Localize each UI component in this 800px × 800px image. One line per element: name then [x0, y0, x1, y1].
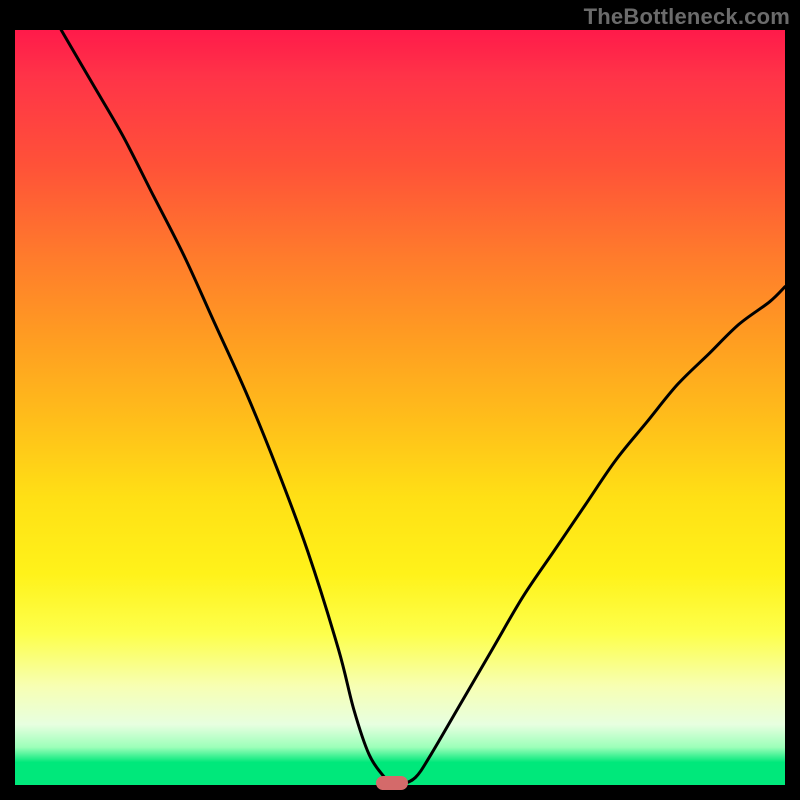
watermark-text: TheBottleneck.com — [584, 4, 790, 30]
chart-curve-layer — [15, 30, 785, 785]
bottleneck-curve — [61, 30, 785, 785]
chart-frame: TheBottleneck.com — [0, 0, 800, 800]
optimal-point-marker — [376, 776, 408, 790]
